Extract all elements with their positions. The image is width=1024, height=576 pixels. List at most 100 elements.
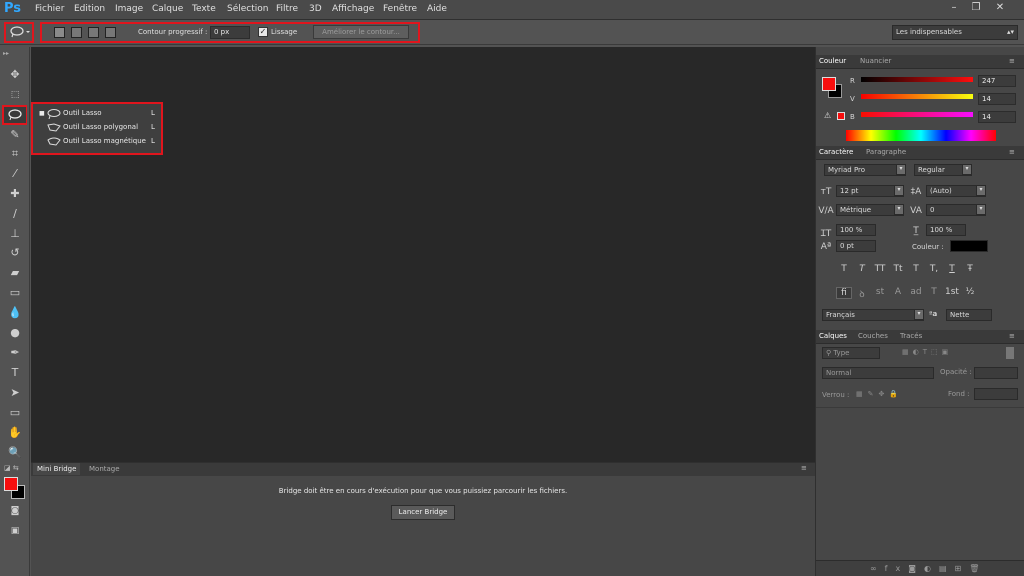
tab-calques[interactable]: Calques (819, 332, 847, 340)
blur-tool-icon[interactable]: 💧 (4, 305, 26, 321)
tab-traces[interactable]: Tracés (900, 332, 922, 340)
language-select[interactable]: Français (822, 309, 924, 321)
panel-menu-icon[interactable]: ≡ (1009, 57, 1015, 65)
quick-mask-icon[interactable]: ◙ (4, 503, 26, 519)
move-tool-icon[interactable]: ✥ (4, 67, 26, 83)
chevron-down-icon[interactable]: ▾ (914, 309, 924, 320)
filter-toggle-icon[interactable] (1006, 347, 1014, 359)
layers-list[interactable] (816, 407, 1024, 560)
faux-italic-icon[interactable]: T (854, 264, 870, 274)
ordinals-icon[interactable]: ad (908, 287, 924, 297)
gradient-tool-icon[interactable]: ▭ (4, 285, 26, 301)
gamut-warning-icon[interactable]: ⚠ (824, 111, 831, 120)
menu-3d[interactable]: 3D (309, 4, 322, 14)
tab-mini-bridge[interactable]: Mini Bridge (33, 463, 81, 475)
flyout-item-polygonal-lasso[interactable]: Outil Lasso polygonal L (39, 122, 157, 135)
layer-action-icons[interactable]: ∞fx◙◐▤⊞🗑 (870, 564, 987, 573)
new-selection-icon[interactable] (54, 27, 65, 38)
horizontal-scale-input[interactable]: 100 % (926, 224, 966, 236)
eraser-tool-icon[interactable]: ▰ (4, 265, 26, 281)
menu-fenetre[interactable]: Fenêtre (383, 4, 417, 14)
vertical-scale-input[interactable]: 100 % (836, 224, 876, 236)
minimize-button[interactable]: – (946, 2, 962, 16)
superior-icon[interactable]: 1st (944, 287, 960, 297)
baseline-shift-input[interactable]: 0 pt (836, 240, 876, 252)
zoom-tool-icon[interactable]: 🔍 (4, 445, 26, 461)
foreground-color-swatch[interactable] (4, 477, 18, 491)
menu-calque[interactable]: Calque (152, 4, 183, 14)
underline-icon[interactable]: T (944, 264, 960, 274)
strikethrough-icon[interactable]: Ŧ (962, 264, 978, 274)
tab-caractere[interactable]: Caractère (819, 148, 853, 156)
menu-filtre[interactable]: Filtre (276, 4, 298, 14)
menu-image[interactable]: Image (115, 4, 143, 14)
history-brush-tool-icon[interactable]: ↺ (4, 245, 26, 261)
small-caps-icon[interactable]: Tt (890, 264, 906, 274)
b-slider[interactable] (861, 112, 973, 117)
g-input[interactable]: 14 (978, 93, 1016, 105)
tab-couleur[interactable]: Couleur (819, 57, 846, 65)
layer-filter-icons[interactable]: ▦◐T⬚▣ (902, 348, 952, 356)
close-button[interactable]: ✕ (992, 2, 1008, 16)
default-colors-icon[interactable]: ◪ ⇆ (4, 464, 19, 472)
add-selection-icon[interactable] (71, 27, 82, 38)
tab-couches[interactable]: Couches (858, 332, 888, 340)
panel-menu-icon[interactable]: ≡ (801, 464, 807, 472)
dodge-tool-icon[interactable]: ● (4, 325, 26, 341)
pen-tool-icon[interactable]: ✒ (4, 345, 26, 361)
panel-menu-icon[interactable]: ≡ (1009, 332, 1015, 340)
eyedropper-tool-icon[interactable]: ⁄ (4, 166, 26, 182)
layer-filter-select[interactable]: ⚲ Type (822, 347, 880, 359)
tab-montage[interactable]: Montage (85, 463, 124, 475)
swash-icon[interactable]: A (890, 287, 906, 297)
stylistic-ligatures-icon[interactable]: st (872, 287, 888, 297)
menu-aide[interactable]: Aide (427, 4, 447, 14)
intersect-selection-icon[interactable] (105, 27, 116, 38)
blend-mode-select[interactable]: Normal (822, 367, 934, 379)
r-input[interactable]: 247 (978, 75, 1016, 87)
launch-bridge-button[interactable]: Lancer Bridge (391, 505, 455, 520)
lasso-tool-icon[interactable] (4, 107, 26, 123)
menu-fichier[interactable]: Fichier (35, 4, 64, 14)
chevron-down-icon[interactable]: ▾ (962, 164, 972, 175)
menu-texte[interactable]: Texte (192, 4, 216, 14)
panel-menu-icon[interactable]: ≡ (1009, 148, 1015, 156)
titling-icon[interactable]: T (926, 287, 942, 297)
brush-tool-icon[interactable]: ∕ (4, 206, 26, 222)
marquee-tool-icon[interactable]: ⬚ (4, 87, 26, 103)
chevron-down-icon[interactable]: ▾ (894, 185, 904, 196)
antialias-select[interactable]: Nette (946, 309, 992, 321)
quick-selection-tool-icon[interactable]: ✎ (4, 127, 26, 143)
fill-input[interactable] (974, 388, 1018, 400)
lock-icons[interactable]: ▦✎✥🔒 (856, 390, 903, 398)
flyout-item-magnetic-lasso[interactable]: Outil Lasso magnétique L (39, 136, 157, 149)
discretionary-ligatures-icon[interactable]: ꝺ (854, 287, 870, 300)
workspace-select[interactable]: Les indispensables ▴▾ (892, 25, 1018, 40)
superscript-icon[interactable]: T (908, 264, 924, 274)
r-slider[interactable] (861, 77, 973, 82)
flyout-item-lasso[interactable]: ■ Outil Lasso L (39, 108, 157, 121)
foreground-color-swatch[interactable] (822, 77, 836, 91)
menu-affichage[interactable]: Affichage (332, 4, 374, 14)
b-input[interactable]: 14 (978, 111, 1016, 123)
font-family-select[interactable]: Myriad Pro (824, 164, 906, 176)
collapse-toolbar-icon[interactable]: ▸▸ (3, 50, 9, 57)
restore-button[interactable]: ❐ (968, 2, 984, 16)
feather-input[interactable]: 0 px (210, 26, 250, 39)
tab-paragraphe[interactable]: Paragraphe (866, 148, 906, 156)
menu-edition[interactable]: Edition (74, 4, 105, 14)
path-selection-tool-icon[interactable]: ➤ (4, 385, 26, 401)
hand-tool-icon[interactable]: ✋ (4, 425, 26, 441)
ligatures-icon[interactable]: fi (836, 287, 852, 299)
tab-nuancier[interactable]: Nuancier (860, 57, 891, 65)
opacity-input[interactable] (974, 367, 1018, 379)
color-spectrum-bar[interactable] (846, 130, 996, 141)
fractions-icon[interactable]: ½ (962, 287, 978, 297)
text-color-swatch[interactable] (950, 240, 988, 252)
lasso-preset-picker[interactable] (9, 26, 31, 38)
healing-brush-tool-icon[interactable]: ✚ (4, 186, 26, 202)
chevron-down-icon[interactable]: ▾ (976, 185, 986, 196)
all-caps-icon[interactable]: TT (872, 264, 888, 274)
chevron-down-icon[interactable]: ▾ (976, 204, 986, 215)
chevron-down-icon[interactable]: ▾ (896, 164, 906, 175)
